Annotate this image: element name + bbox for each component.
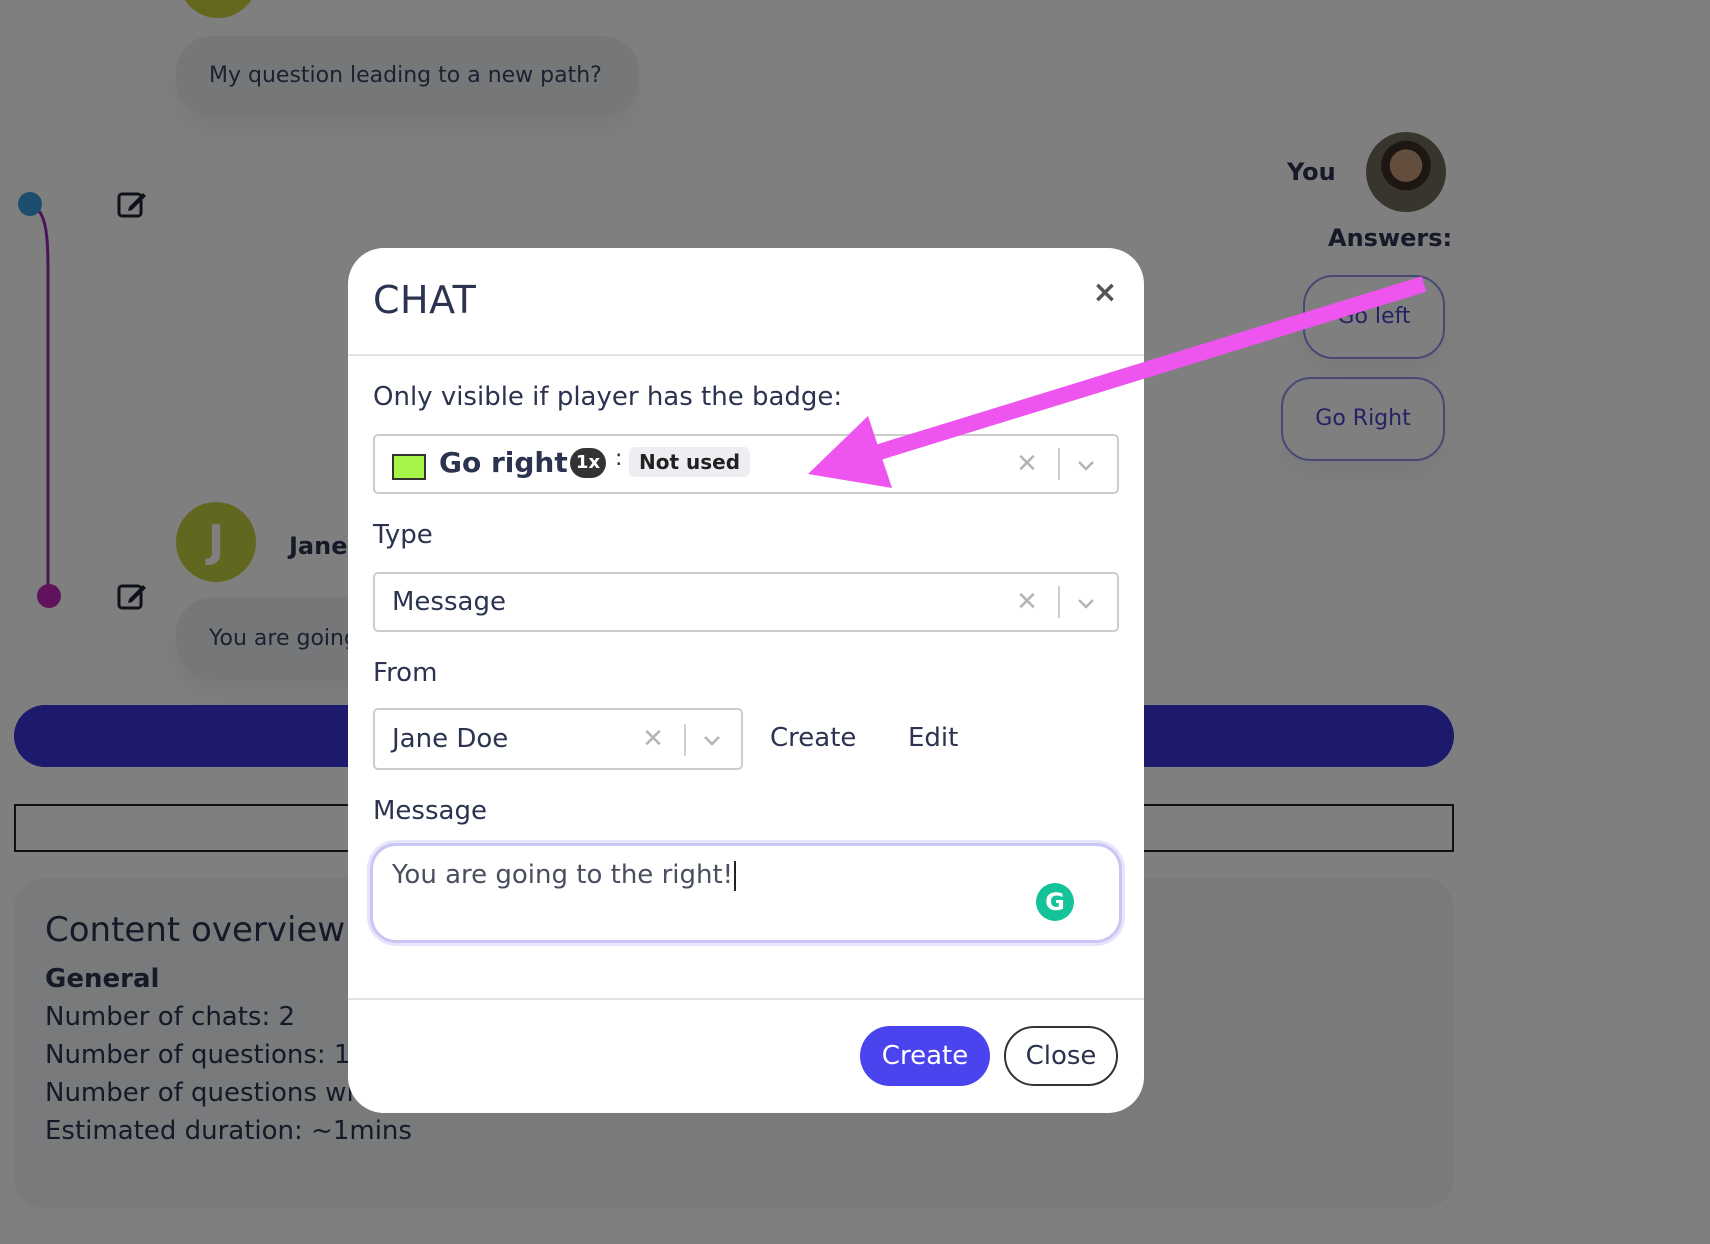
- message-value: You are going to the right!: [392, 860, 734, 890]
- close-button[interactable]: Close: [1004, 1026, 1118, 1086]
- text-caret: [734, 860, 737, 891]
- clear-icon[interactable]: ✕: [641, 726, 665, 752]
- chevron-down-icon[interactable]: [701, 729, 723, 751]
- modal-title: CHAT: [373, 278, 477, 322]
- type-field-label: Type: [373, 520, 433, 550]
- from-field-label: From: [373, 658, 438, 688]
- create-button[interactable]: Create: [860, 1026, 990, 1086]
- close-icon[interactable]: ×: [1090, 278, 1120, 308]
- badge-field-label: Only visible if player has the badge:: [373, 382, 843, 412]
- badge-count-colon: :: [615, 446, 623, 471]
- app-page: My question leading to a new path? You A…: [0, 0, 1710, 1244]
- select-separator: [1058, 448, 1060, 480]
- badge-count-pill: 1x: [570, 448, 606, 478]
- from-select-value: Jane Doe: [392, 724, 509, 754]
- clear-icon[interactable]: ✕: [1015, 589, 1039, 615]
- create-sender-link[interactable]: Create: [770, 723, 856, 753]
- type-select-value: Message: [392, 587, 506, 617]
- from-select[interactable]: Jane Doe ✕: [373, 708, 743, 770]
- select-separator: [684, 724, 686, 756]
- chat-modal: CHAT × Only visible if player has the ba…: [348, 248, 1144, 1113]
- grammarly-icon[interactable]: G: [1036, 883, 1074, 921]
- type-select[interactable]: Message ✕: [373, 572, 1119, 632]
- header-divider: [348, 354, 1144, 356]
- badge-status-chip: Not used: [629, 447, 751, 477]
- select-separator: [1058, 586, 1060, 618]
- badge-color-swatch: [392, 454, 426, 480]
- badge-name: Go right: [439, 446, 568, 479]
- clear-icon[interactable]: ✕: [1015, 451, 1039, 477]
- message-text: You are going to the right!: [392, 860, 737, 891]
- message-field-label: Message: [373, 796, 487, 826]
- edit-sender-link[interactable]: Edit: [908, 723, 958, 753]
- chevron-down-icon[interactable]: [1075, 454, 1097, 476]
- chevron-down-icon[interactable]: [1075, 592, 1097, 614]
- footer-divider: [348, 998, 1144, 1000]
- badge-select[interactable]: Go right 1x : Not used ✕: [373, 434, 1119, 494]
- message-textarea[interactable]: You are going to the right! G: [370, 843, 1122, 943]
